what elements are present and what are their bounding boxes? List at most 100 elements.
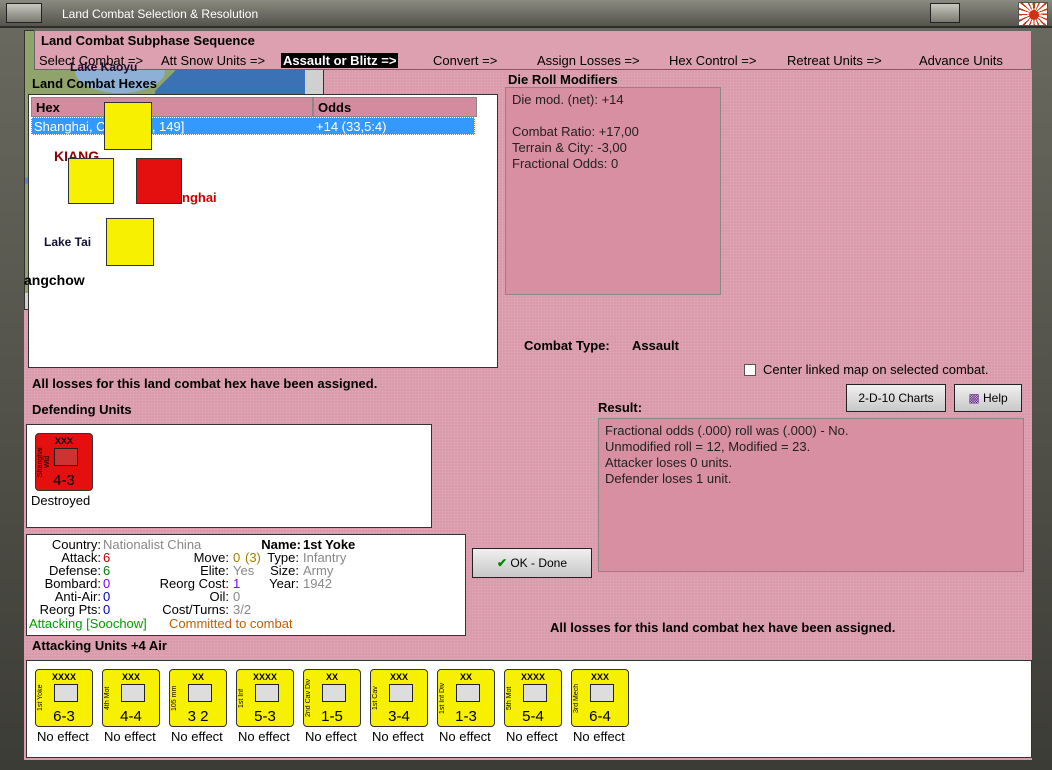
- unit-size: XXXX: [252, 672, 277, 682]
- dmod-line: Die mod. (net): +14: [512, 92, 624, 107]
- attacker-counter[interactable]: XXX 3rd Mech 6-4: [571, 669, 629, 727]
- unit-strength: 6-4: [589, 708, 611, 725]
- unit-strength: 5-3: [254, 708, 276, 725]
- map-unit-counter[interactable]: [104, 102, 152, 150]
- result-panel: Fractional odds (.000) roll was (.000) -…: [598, 418, 1024, 572]
- attacker-counter[interactable]: XX 2nd Cav Div 1-5: [303, 669, 361, 727]
- unit-symbol-icon: [456, 684, 480, 702]
- col-odds[interactable]: Odds: [313, 97, 477, 117]
- committed-status: Committed to combat: [169, 616, 293, 631]
- table-row[interactable]: Shanghai, China [81, 149] +14 (33,5:4): [31, 117, 475, 135]
- dmod-line: Combat Ratio: +17,00: [512, 124, 639, 139]
- step-assault-blitz: Assault or Blitz =>: [281, 53, 399, 68]
- subphase-sequence: Land Combat Subphase Sequence Select Com…: [34, 30, 1032, 70]
- step-advance: Advance Units: [919, 53, 1003, 68]
- unit-strength: 1-5: [321, 708, 343, 725]
- japan-flag-icon: [1018, 2, 1048, 26]
- defending-units: XXX Shanghai Wtd 4-3 Destroyed: [26, 424, 432, 528]
- attacker-status: No effect: [372, 729, 424, 744]
- unit-symbol-icon: [523, 684, 547, 702]
- ok-label: OK - Done: [510, 556, 568, 570]
- ok-done-button[interactable]: ✔ OK - Done: [472, 548, 592, 578]
- map-unit-counter[interactable]: [106, 218, 154, 266]
- help-button[interactable]: ▩ Help: [954, 384, 1022, 412]
- unit-symbol-icon: [322, 684, 346, 702]
- attacker-counter[interactable]: XXXX 1st Inf 5-3: [236, 669, 294, 727]
- window-frame: Land Combat Selection & Resolution Land …: [0, 0, 1052, 770]
- help-label: Help: [983, 391, 1008, 405]
- attacking-units: XXXX 1st Yoke 6-3 No effect XXX 4th Mot 4-4 …: [26, 660, 1032, 758]
- center-map-label: Center linked map on selected combat.: [763, 362, 989, 377]
- sequence-title: Land Combat Subphase Sequence: [41, 33, 255, 48]
- map-label-kaoyu: Lake Kaoyu: [70, 60, 138, 74]
- attacker-counter[interactable]: XX 1st Inf Div 1-3: [437, 669, 495, 727]
- attacker-status: No effect: [305, 729, 357, 744]
- map-defender-counter[interactable]: [136, 158, 182, 204]
- title-bar: Land Combat Selection & Resolution: [0, 0, 1052, 28]
- unit-size: XX: [325, 672, 338, 682]
- dmod-line: Terrain & City: -3,00: [512, 140, 627, 155]
- unit-strength: 4-4: [120, 708, 142, 725]
- unit-info: Country: Nationalist China Name: 1st Yok…: [26, 534, 466, 636]
- defender-status: Destroyed: [31, 493, 91, 508]
- combat-type-value: Assault: [632, 338, 679, 353]
- step-retreat: Retreat Units =>: [787, 53, 882, 68]
- attacker-counter[interactable]: XX 105 mm 3 2: [169, 669, 227, 727]
- attacker-counter[interactable]: XXXX 5th Mot 5-4: [504, 669, 562, 727]
- attacking-status: Attacking [Soochow]: [29, 616, 147, 631]
- minimize-button[interactable]: [930, 3, 960, 23]
- map-label-tai: Lake Tai: [44, 235, 92, 249]
- unit-size: XXXX: [51, 672, 76, 682]
- system-menu-button[interactable]: [6, 3, 42, 23]
- attacker-status: No effect: [171, 729, 223, 744]
- map-air-counter[interactable]: [68, 158, 114, 204]
- rpts-key: Reorg Pts:: [39, 602, 101, 617]
- attacker-status: No effect: [439, 729, 491, 744]
- attacker-status: No effect: [104, 729, 156, 744]
- window-title: Land Combat Selection & Resolution: [62, 7, 259, 21]
- odds-cell: +14 (33,5:4): [316, 119, 387, 134]
- attacker-counter[interactable]: XXX 1st Cav 3-4: [370, 669, 428, 727]
- infantry-symbol-icon: [54, 448, 78, 466]
- unit-strength: 6-3: [53, 708, 75, 725]
- result-line: Attacker loses 0 units.: [605, 455, 733, 470]
- unit-size: XXXX: [520, 672, 545, 682]
- col-hex[interactable]: Hex: [31, 97, 313, 117]
- result-line: Defender loses 1 unit.: [605, 471, 732, 486]
- step-assign-losses: Assign Losses =>: [537, 53, 640, 68]
- hexes-title: Land Combat Hexes: [32, 76, 157, 91]
- defender-counter[interactable]: XXX Shanghai Wtd 4-3: [35, 433, 93, 491]
- charts-button[interactable]: 2-D-10 Charts: [846, 384, 946, 412]
- center-map-checkbox[interactable]: [744, 364, 756, 376]
- attacker-status: No effect: [37, 729, 89, 744]
- unit-strength: 3-4: [388, 708, 410, 725]
- unit-size: XXX: [121, 672, 140, 682]
- attacker-status: No effect: [506, 729, 558, 744]
- dmod-line: Fractional Odds: 0: [512, 156, 619, 171]
- year-value: 1942: [303, 576, 332, 591]
- unit-symbol-icon: [54, 684, 78, 702]
- unit-size: XXX: [590, 672, 609, 682]
- unit-size: XXX: [389, 672, 408, 682]
- step-hex-control: Hex Control =>: [669, 53, 757, 68]
- attacker-counter[interactable]: XXX 4th Mot 4-4: [102, 669, 160, 727]
- unit-strength: 3 2: [187, 708, 209, 725]
- book-icon: ▩: [968, 391, 980, 405]
- defending-title: Defending Units: [32, 402, 132, 417]
- unit-size: XX: [191, 672, 204, 682]
- attacker-counter[interactable]: XXXX 1st Yoke 6-3: [35, 669, 93, 727]
- losses-message: All losses for this land combat hex have…: [32, 376, 378, 391]
- rpts-value: 0: [103, 602, 111, 617]
- unit-symbol-icon: [255, 684, 279, 702]
- cost-value: 3/2: [233, 602, 252, 617]
- year-key: Year:: [269, 576, 299, 591]
- cost-key: Cost/Turns:: [162, 602, 229, 617]
- combat-hex-list[interactable]: Hex Odds Shanghai, China [81, 149] +14 (…: [28, 94, 498, 368]
- result-title: Result:: [598, 400, 643, 415]
- die-roll-modifiers: Die mod. (net): +14 Combat Ratio: +17,00…: [505, 87, 721, 295]
- checkmark-icon: ✔: [496, 556, 507, 570]
- unit-strength: 5-4: [522, 708, 544, 725]
- unit-symbol-icon: [590, 684, 614, 702]
- unit-strength: 1-3: [455, 708, 477, 725]
- unit-symbol-icon: [188, 684, 212, 702]
